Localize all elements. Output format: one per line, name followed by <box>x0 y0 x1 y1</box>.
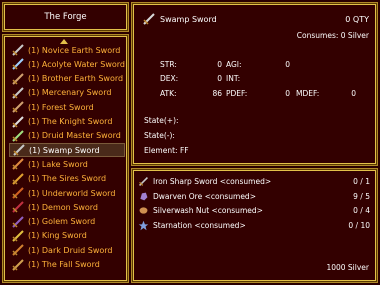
requirement-label: Silverwash Nut <consumed> <box>153 206 263 215</box>
window-title: The Forge <box>44 12 87 22</box>
recipe-label: (1) Druid Master Sword <box>28 131 121 141</box>
int-label: INT: <box>226 74 241 83</box>
sword-icon <box>12 201 24 214</box>
recipe-item[interactable]: (1) The Fall Sword <box>9 258 125 272</box>
nut-icon <box>139 207 148 214</box>
sword-icon <box>12 244 24 256</box>
requirement-row: Dwarven Ore <consumed> 9 / 5 <box>138 190 374 203</box>
recipe-label: (1) The Sires Sword <box>28 174 107 184</box>
requirement-count: 0 / 10 <box>348 220 370 230</box>
state-minus: State(-): <box>144 131 175 140</box>
recipe-list-window: (1) Novice Earth Sword (1) Acolyte Water … <box>2 34 129 283</box>
recipe-item[interactable]: (1) Novice Earth Sword <box>9 43 125 57</box>
requirement-label: Starnation <consumed> <box>153 220 246 230</box>
recipe-item[interactable]: (1) Mercenary Sword <box>9 86 125 100</box>
sword-icon <box>12 230 24 242</box>
item-name: Swamp Sword <box>160 15 217 24</box>
sword-icon <box>12 258 24 271</box>
mdef-label: MDEF: <box>296 89 320 98</box>
dex-value: 0 <box>217 74 222 83</box>
recipe-label: (1) Novice Earth Sword <box>28 45 121 55</box>
str-value: 0 <box>217 60 222 69</box>
recipe-label: (1) King Sword <box>28 231 87 241</box>
recipe-label: (1) The Knight Sword <box>28 117 113 126</box>
requirement-row: Silverwash Nut <consumed> 0 / 4 <box>138 204 374 217</box>
sword-icon <box>12 158 24 171</box>
requirement-row: Iron Sharp Sword <consumed> 0 / 1 <box>138 175 374 188</box>
requirements-window: Iron Sharp Sword <consumed> 0 / 1 Dwarven … <box>131 168 378 283</box>
title-window: The Forge <box>2 2 129 32</box>
scroll-up-arrow-icon[interactable] <box>60 39 68 44</box>
element-label: Element: FF <box>144 146 189 155</box>
sword-icon <box>12 215 24 228</box>
ore-icon <box>140 192 148 200</box>
recipe-item[interactable]: (1) Brother Earth Sword <box>9 72 125 86</box>
sword-icon <box>12 72 24 85</box>
requirement-count: 0 / 4 <box>353 206 370 215</box>
str-label: STR: <box>160 60 177 69</box>
recipe-item[interactable]: (1) The Sires Sword <box>9 172 125 186</box>
requirement-count: 9 / 5 <box>353 191 370 201</box>
atk-value: 86 <box>212 89 222 98</box>
requirement-count: 0 / 1 <box>353 177 370 186</box>
recipe-item[interactable]: (1) Underworld Sword <box>9 186 125 200</box>
recipe-label: (1) Dark Druid Sword <box>28 245 113 255</box>
sword-icon <box>12 58 24 71</box>
sword-icon <box>12 101 24 113</box>
recipe-item[interactable]: (1) Forest Sword <box>9 100 125 114</box>
recipe-label: (1) Brother Earth Sword <box>28 74 124 84</box>
recipe-label: (1) Underworld Sword <box>28 188 116 198</box>
requirement-label: Iron Sharp Sword <consumed> <box>153 177 272 186</box>
dex-label: DEX: <box>160 74 179 83</box>
requirement-row: Starnation <consumed> 0 / 10 <box>138 219 374 232</box>
recipe-label: (1) Lake Sword <box>28 159 88 169</box>
pdef-value: 0 <box>285 89 290 98</box>
agi-label: AGI: <box>226 60 242 69</box>
item-qty: 0 QTY <box>345 15 369 24</box>
sword-icon <box>12 187 24 199</box>
sword-icon <box>139 177 148 186</box>
recipe-item[interactable]: (1) Dark Druid Sword <box>9 243 125 257</box>
recipe-label: (1) Swamp Sword <box>29 145 100 155</box>
recipe-item[interactable]: (1) Swamp Sword <box>9 143 125 158</box>
recipe-label: (1) Demon Sword <box>28 202 98 212</box>
recipe-item[interactable]: (1) Golem Sword <box>9 215 125 229</box>
consumes-silver: Consumes: 0 Silver <box>296 31 369 40</box>
recipe-item[interactable]: (1) Acolyte Water Sword <box>9 57 125 71</box>
item-detail-window: Swamp Sword 0 QTY Consumes: 0 Silver STR… <box>131 2 378 166</box>
atk-label: ATK: <box>160 89 177 98</box>
silver-total: 1000 Silver <box>326 263 369 272</box>
recipe-label: (1) Acolyte Water Sword <box>28 59 125 69</box>
star-icon <box>138 220 149 230</box>
recipe-item[interactable]: (1) The Knight Sword <box>9 115 125 129</box>
recipe-label: (1) Mercenary Sword <box>28 88 112 98</box>
sword-icon <box>12 172 24 185</box>
pdef-label: PDEF: <box>226 89 248 98</box>
recipe-item[interactable]: (1) Lake Sword <box>9 157 125 171</box>
recipe-label: (1) Golem Sword <box>28 217 96 227</box>
recipe-item[interactable]: (1) King Sword <box>9 229 125 243</box>
recipe-item[interactable]: (1) Druid Master Sword <box>9 129 125 143</box>
agi-value: 0 <box>285 60 290 69</box>
sword-icon <box>12 115 24 128</box>
sword-icon <box>12 87 24 99</box>
sword-icon <box>12 44 24 56</box>
sword-icon <box>143 13 155 25</box>
recipe-item[interactable]: (1) Demon Sword <box>9 200 125 214</box>
recipe-label: (1) Forest Sword <box>28 102 94 112</box>
recipe-label: (1) The Fall Sword <box>28 260 100 269</box>
state-plus: State(+): <box>144 116 179 125</box>
sword-icon <box>12 130 24 142</box>
sword-icon <box>13 144 25 156</box>
mdef-value: 0 <box>351 89 356 98</box>
requirement-label: Dwarven Ore <consumed> <box>153 191 256 201</box>
